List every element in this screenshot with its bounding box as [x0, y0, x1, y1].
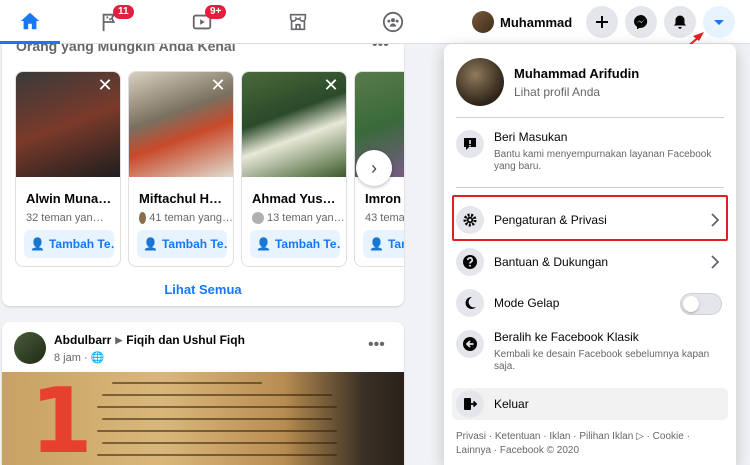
groups-icon	[382, 11, 404, 33]
section-title: Orang yang Mungkin Anda Kenal	[16, 44, 236, 54]
menu-item-label: Keluar	[494, 397, 529, 411]
menu-item-dark-mode[interactable]: Mode Gelap	[452, 289, 728, 321]
moon-icon	[456, 289, 484, 317]
see-all-link[interactable]: Lihat Semua	[2, 282, 404, 297]
mutual-friends: 32 teman yan…	[26, 212, 104, 224]
home-tab[interactable]	[0, 0, 60, 44]
profile-shortcut[interactable]: Muhammad	[472, 9, 572, 35]
triangle-right-icon: ▶	[115, 334, 123, 345]
menu-item-label: Beri Masukan	[494, 130, 568, 144]
menu-item-label: Bantuan & Dukungan	[494, 255, 609, 269]
add-friend-button[interactable]: 👤Tambah Te…	[250, 230, 340, 258]
more-options-icon[interactable]: •••	[368, 336, 385, 354]
add-person-icon: 👤	[143, 237, 158, 251]
add-friend-button[interactable]: 👤Tambah Te…	[137, 230, 227, 258]
groups-tab[interactable]	[363, 0, 423, 44]
create-button[interactable]	[586, 6, 618, 38]
feed-post: Abdulbarr ▶ Fiqih dan Ushul Fiqh 8 jam ·…	[2, 322, 404, 465]
marketplace-tab[interactable]	[268, 0, 328, 44]
arrow-left-icon	[456, 330, 484, 358]
post-group[interactable]: Fiqih dan Ushul Fiqh	[126, 333, 245, 347]
person-name: Alwin Muna…	[26, 191, 112, 206]
menu-item-desc: Kembali ke desain Facebook sebelumnya ka…	[494, 349, 710, 372]
chevron-right-icon: ›	[371, 157, 377, 178]
close-icon[interactable]: ✕	[96, 76, 114, 94]
dark-mode-toggle[interactable]	[680, 293, 722, 315]
menu-item-label: Mode Gelap	[494, 296, 560, 310]
divider	[456, 187, 724, 188]
post-header: Abdulbarr ▶ Fiqih dan Ushul Fiqh	[54, 333, 245, 347]
post-image[interactable]: 1	[2, 372, 404, 465]
person-card[interactable]: ✕ Alwin Muna… 32 teman yan… 👤Tambah Te…	[15, 71, 121, 267]
plus-icon	[596, 16, 608, 28]
add-person-icon: 👤	[30, 237, 45, 251]
add-person-icon: 👤	[256, 237, 271, 251]
profile-shortcut-name: Muhammad	[500, 14, 573, 30]
toggle-knob	[683, 296, 699, 312]
caret-down-icon	[714, 20, 724, 25]
post-meta: 8 jam · 🌐	[54, 351, 105, 365]
messenger-button[interactable]	[625, 6, 657, 38]
avatar	[456, 58, 504, 106]
watch-badge: 9+	[205, 5, 227, 19]
messenger-icon	[634, 15, 648, 30]
menu-footer: Privasi · Ketentuan · Iklan · Pilihan Ik…	[456, 430, 726, 458]
menu-item-feedback[interactable]: Beri Masukan Bantu kami menyempurnakan l…	[452, 130, 728, 180]
add-person-icon: 👤	[369, 237, 384, 251]
add-friend-button[interactable]: 👤Tamb…	[363, 230, 404, 258]
post-time[interactable]: 8 jam ·	[54, 352, 88, 364]
profile-name: Muhammad Arifudin	[514, 65, 640, 81]
menu-item-label: Beralih ke Facebook Klasik	[494, 330, 639, 344]
mutual-friends: 41 teman yang…	[139, 212, 233, 224]
add-friend-button[interactable]: 👤Tambah Te…	[24, 230, 114, 258]
profile-subtitle: Lihat profil Anda	[514, 84, 601, 99]
globe-icon: 🌐	[90, 352, 105, 364]
annotation-highlight-box	[452, 195, 728, 241]
account-dropdown-menu: Muhammad Arifudin Lihat profil Anda Beri…	[444, 44, 736, 465]
next-arrow-button[interactable]: ›	[356, 150, 392, 186]
avatar	[472, 11, 494, 33]
home-icon	[20, 12, 40, 29]
menu-item-desc: Bantu kami menyempurnakan layanan Facebo…	[494, 149, 712, 172]
pages-tab[interactable]: 11	[80, 0, 140, 44]
menu-item-logout[interactable]: Keluar	[452, 388, 728, 420]
chevron-right-icon	[711, 255, 720, 269]
avatar[interactable]	[14, 332, 46, 364]
annotation-number: 1	[30, 372, 93, 465]
footer-copyright[interactable]: Lainnya · Facebook © 2020	[456, 445, 579, 456]
person-name: Imron	[365, 191, 402, 206]
divider	[456, 117, 724, 118]
watch-tab[interactable]: 9+	[172, 0, 232, 44]
mutual-friends: 13 teman yan…	[252, 212, 346, 224]
question-icon	[456, 248, 484, 276]
post-author[interactable]: Abdulbarr	[54, 333, 111, 347]
people-you-may-know-card: Orang yang Mungkin Anda Kenal ••• ✕ Alwi…	[2, 44, 404, 306]
person-photo: ✕	[16, 72, 120, 177]
close-icon[interactable]: ✕	[322, 76, 340, 94]
person-photo: ✕	[129, 72, 233, 177]
menu-profile[interactable]: Muhammad Arifudin Lihat profil Anda	[452, 50, 728, 114]
avatar	[252, 212, 264, 224]
mutual-friends: 43 tema…	[365, 212, 404, 224]
person-card[interactable]: ✕ Miftachul H… 41 teman yang… 👤 Tambah Te…	[128, 71, 234, 267]
menu-item-help-support[interactable]: Bantuan & Dukungan	[452, 248, 728, 280]
person-photo: ✕	[242, 72, 346, 177]
menu-item-classic-facebook[interactable]: Beralih ke Facebook Klasik Kembali ke de…	[452, 330, 728, 380]
more-options-icon[interactable]: •••	[372, 44, 389, 54]
logout-icon	[456, 390, 484, 418]
shop-icon	[289, 13, 307, 31]
avatar	[139, 212, 147, 224]
top-navigation-bar: 11 9+ Muhammad	[0, 0, 750, 44]
person-card[interactable]: ✕ Ahmad Yus… 13 teman yan… 👤Tambah Te…	[241, 71, 347, 267]
footer-links[interactable]: Privasi · Ketentuan · Iklan · Pilihan Ik…	[456, 431, 690, 442]
feedback-icon	[456, 130, 484, 158]
pages-badge: 11	[113, 5, 134, 19]
person-name: Ahmad Yus…	[252, 191, 336, 206]
close-icon[interactable]: ✕	[209, 76, 227, 94]
person-name: Miftachul H…	[139, 191, 223, 206]
